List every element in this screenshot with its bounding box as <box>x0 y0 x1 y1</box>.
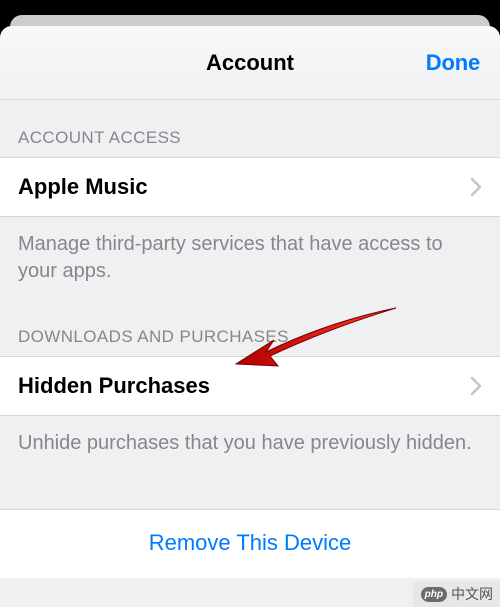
chevron-right-icon <box>470 376 482 396</box>
row-label-hidden-purchases: Hidden Purchases <box>18 373 210 399</box>
row-hidden-purchases[interactable]: Hidden Purchases <box>0 356 500 416</box>
done-button[interactable]: Done <box>426 50 480 76</box>
watermark-logo: php <box>421 587 447 602</box>
watermark-text: 中文网 <box>451 584 493 604</box>
row-apple-music[interactable]: Apple Music <box>0 157 500 217</box>
row-remove-device[interactable]: Remove This Device <box>0 509 500 578</box>
section-footer-account-access: Manage third-party services that have ac… <box>0 217 500 299</box>
account-sheet: Account Done ACCOUNT ACCESS Apple Music … <box>0 26 500 607</box>
section-footer-downloads: Unhide purchases that you have previousl… <box>0 416 500 471</box>
chevron-right-icon <box>470 177 482 197</box>
row-label-apple-music: Apple Music <box>18 174 148 200</box>
sheet-header: Account Done <box>0 26 500 100</box>
section-header-downloads: DOWNLOADS AND PURCHASES <box>0 299 500 356</box>
page-title: Account <box>206 50 294 76</box>
section-header-account-access: ACCOUNT ACCESS <box>0 100 500 157</box>
watermark: php 中文网 <box>413 581 500 607</box>
remove-device-label: Remove This Device <box>149 530 352 555</box>
